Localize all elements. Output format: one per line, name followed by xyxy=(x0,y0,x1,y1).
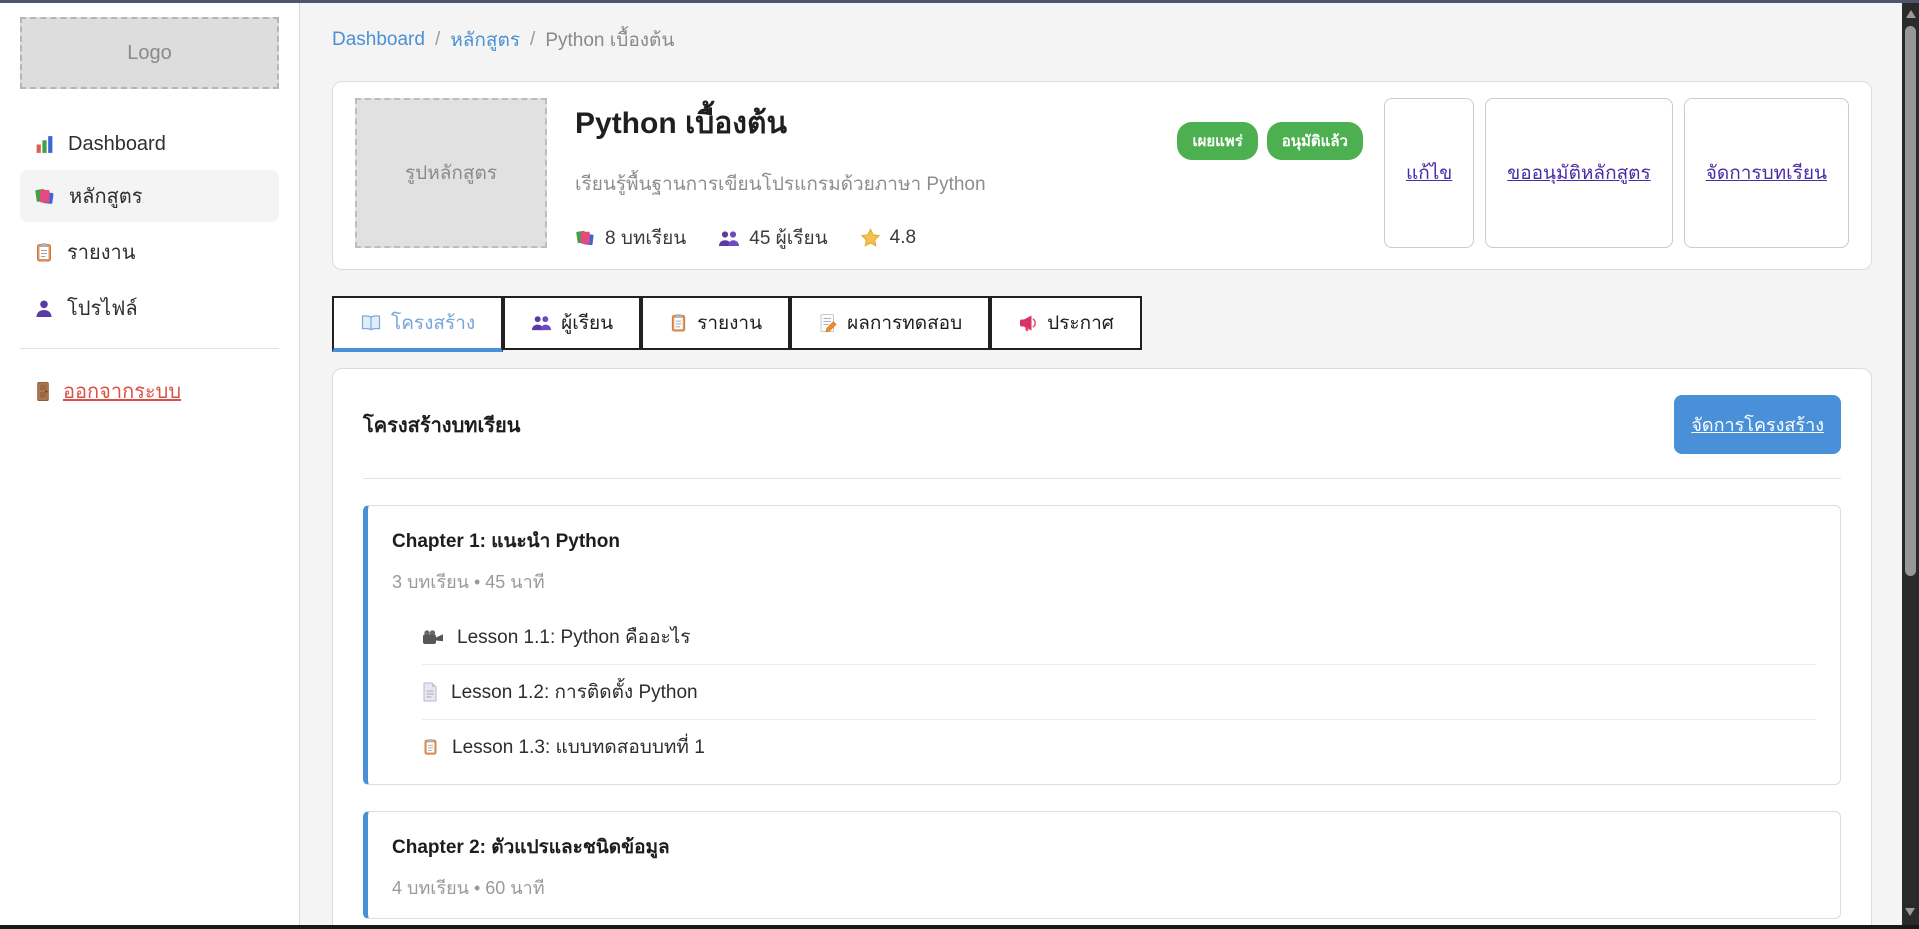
course-stats: 8 บทเรียน 45 ผู้เรียน xyxy=(575,223,1149,253)
course-tabs: โครงสร้าง ผู้เรียน xyxy=(332,296,1872,352)
sidebar-item-label: โปรไฟล์ xyxy=(67,292,138,324)
users-icon xyxy=(531,314,552,332)
sidebar-divider xyxy=(20,348,279,349)
sidebar-item-reports[interactable]: รายงาน xyxy=(20,226,279,278)
tab-label: รายงาน xyxy=(697,308,762,338)
tab-structure[interactable]: โครงสร้าง xyxy=(332,296,503,352)
breadcrumb-dashboard[interactable]: Dashboard xyxy=(332,29,425,51)
course-info: Python เบื้องต้น เรียนรู้พื้นฐานการเขียน… xyxy=(575,98,1149,253)
stat-rating: 4.8 xyxy=(860,223,916,253)
chapter-title: Chapter 1: แนะนำ Python xyxy=(392,526,1816,556)
star-icon xyxy=(860,228,881,248)
manage-lessons-label[interactable]: จัดการบทเรียน xyxy=(1706,158,1827,188)
stat-rating-label: 4.8 xyxy=(890,227,916,249)
megaphone-icon xyxy=(1018,313,1038,333)
status-badges: เผยแพร่ อนุมัติแล้ว xyxy=(1177,122,1363,160)
tab-test-results[interactable]: ผลการทดสอบ xyxy=(790,296,990,350)
sidebar-item-dashboard[interactable]: Dashboard xyxy=(20,123,279,166)
lesson-row[interactable]: Lesson 1.2: การติดตั้ง Python xyxy=(422,665,1816,720)
chapter-card-2: Chapter 2: ตัวแปรและชนิดข้อมูล 4 บทเรียน… xyxy=(363,811,1841,919)
logout-label: ออกจากระบบ xyxy=(63,375,181,407)
sidebar-item-label: รายงาน xyxy=(67,236,135,268)
request-approval-button[interactable]: ขออนุมัติหลักสูตร xyxy=(1485,98,1672,248)
users-icon xyxy=(718,229,740,248)
books-icon xyxy=(34,186,56,207)
chapter-meta: 4 บทเรียน • 60 นาที xyxy=(392,873,1816,902)
lesson-title: Lesson 1.2: การติดตั้ง Python xyxy=(451,677,698,707)
tab-students[interactable]: ผู้เรียน xyxy=(503,296,641,350)
books-icon xyxy=(575,228,596,248)
breadcrumb-courses[interactable]: หลักสูตร xyxy=(450,25,520,55)
breadcrumb-current: Python เบื้องต้น xyxy=(545,25,674,55)
bar-chart-icon xyxy=(34,134,55,155)
stat-students: 45 ผู้เรียน xyxy=(718,223,827,253)
sidebar-item-courses[interactable]: หลักสูตร xyxy=(20,170,279,222)
manage-structure-button[interactable]: จัดการโครงสร้าง xyxy=(1674,395,1841,454)
logo-text: Logo xyxy=(127,42,172,65)
course-side-actions: เผยแพร่ อนุมัติแล้ว แก้ไข ขออนุมัติหลักส… xyxy=(1177,98,1849,248)
lesson-title: Lesson 1.3: แบบทดสอบบทที่ 1 xyxy=(452,732,705,762)
tab-label: โครงสร้าง xyxy=(391,308,475,338)
document-icon xyxy=(422,682,438,702)
lesson-title: Lesson 1.1: Python คืออะไร xyxy=(457,622,690,652)
clipboard-icon xyxy=(34,242,54,263)
course-description: เรียนรู้พื้นฐานการเขียนโปรแกรมด้วยภาษา P… xyxy=(575,169,1149,199)
course-header-card: รูปหลักสูตร Python เบื้องต้น เรียนรู้พื้… xyxy=(332,81,1872,270)
scrollbar-down-arrow[interactable] xyxy=(1905,908,1915,916)
structure-heading: โครงสร้างบทเรียน xyxy=(363,409,520,441)
lesson-list: Lesson 1.1: Python คืออะไร xyxy=(422,610,1816,768)
status-badge-published: เผยแพร่ xyxy=(1177,122,1257,160)
window-bottom-edge xyxy=(0,925,1919,929)
structure-panel-header: โครงสร้างบทเรียน จัดการโครงสร้าง xyxy=(363,395,1841,454)
course-image-placeholder: รูปหลักสูตร xyxy=(355,98,547,248)
scrollbar-thumb[interactable] xyxy=(1905,26,1916,576)
person-icon xyxy=(34,298,54,319)
tab-label: ผู้เรียน xyxy=(561,308,613,338)
sidebar: Logo Dashboard หลักสูตร xyxy=(0,3,300,929)
tab-reports[interactable]: รายงาน xyxy=(641,296,790,350)
clipboard-icon xyxy=(422,737,439,757)
clipboard-icon xyxy=(669,313,688,333)
breadcrumb-separator: / xyxy=(530,29,535,51)
page-scrollbar[interactable] xyxy=(1902,3,1919,925)
edit-course-button[interactable]: แก้ไข xyxy=(1384,98,1474,248)
scrollbar-up-arrow[interactable] xyxy=(1906,10,1916,18)
structure-divider xyxy=(363,478,1841,479)
app-container: Logo Dashboard หลักสูตร xyxy=(0,3,1919,929)
door-icon xyxy=(34,381,52,402)
chapter-meta: 3 บทเรียน • 45 นาที xyxy=(392,567,1816,596)
manage-lessons-button[interactable]: จัดการบทเรียน xyxy=(1684,98,1849,248)
edit-course-label[interactable]: แก้ไข xyxy=(1406,158,1452,188)
stat-lessons-label: 8 บทเรียน xyxy=(605,223,686,253)
structure-panel: โครงสร้างบทเรียน จัดการโครงสร้าง Chapter… xyxy=(332,368,1872,929)
sidebar-item-profile[interactable]: โปรไฟล์ xyxy=(20,282,279,334)
breadcrumb: Dashboard / หลักสูตร / Python เบื้องต้น xyxy=(332,25,1872,55)
chapter-title: Chapter 2: ตัวแปรและชนิดข้อมูล xyxy=(392,832,1816,862)
open-book-icon xyxy=(360,314,382,332)
sidebar-item-label: Dashboard xyxy=(68,133,166,156)
memo-pencil-icon xyxy=(818,313,838,333)
video-camera-icon xyxy=(422,629,444,646)
logout-link[interactable]: ออกจากระบบ xyxy=(34,375,181,407)
course-title: Python เบื้องต้น xyxy=(575,100,1149,147)
lesson-row[interactable]: Lesson 1.3: แบบทดสอบบทที่ 1 xyxy=(422,720,1816,768)
stat-lessons: 8 บทเรียน xyxy=(575,223,686,253)
request-approval-label[interactable]: ขออนุมัติหลักสูตร xyxy=(1507,158,1650,188)
course-image-placeholder-label: รูปหลักสูตร xyxy=(405,158,497,188)
tab-label: ประกาศ xyxy=(1047,308,1114,338)
lesson-row[interactable]: Lesson 1.1: Python คืออะไร xyxy=(422,610,1816,665)
main-content: Dashboard / หลักสูตร / Python เบื้องต้น … xyxy=(300,3,1919,929)
logo-placeholder: Logo xyxy=(20,17,279,89)
chapter-card-1: Chapter 1: แนะนำ Python 3 บทเรียน • 45 น… xyxy=(363,505,1841,785)
stat-students-label: 45 ผู้เรียน xyxy=(749,223,827,253)
sidebar-item-label: หลักสูตร xyxy=(69,180,143,212)
tab-announcements[interactable]: ประกาศ xyxy=(990,296,1142,350)
breadcrumb-separator: / xyxy=(435,29,440,51)
status-badge-approved: อนุมัติแล้ว xyxy=(1267,122,1363,160)
tab-label: ผลการทดสอบ xyxy=(847,308,962,338)
